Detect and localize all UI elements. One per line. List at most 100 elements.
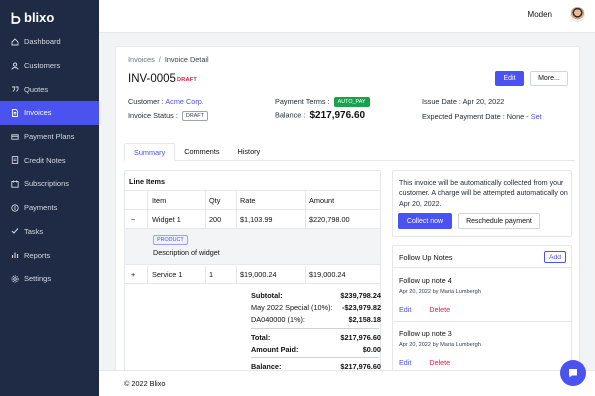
- collect-now-button[interactable]: Collect now: [398, 213, 452, 229]
- note-meta: Apr 20, 2022 by Maria Lumbergh: [399, 342, 569, 348]
- sidebar-item-label: Settings: [24, 274, 52, 284]
- auto-collect-panel: This invoice will be automatically colle…: [392, 170, 572, 237]
- totals-divider: [251, 328, 379, 329]
- edit-note-button[interactable]: Edit: [399, 305, 411, 314]
- sidebar-item-label: Dashboard: [24, 37, 61, 47]
- breadcrumb-invoices[interactable]: Invoices: [128, 55, 155, 64]
- invoice-status-field: Invoice Status : DRAFT: [128, 111, 208, 122]
- item-description: Description of widget: [153, 248, 220, 257]
- note-by: by: [432, 289, 439, 295]
- divider: [393, 321, 571, 322]
- collapse-row-button[interactable]: −: [131, 210, 135, 228]
- sidebar-item-label: Reports: [24, 250, 51, 260]
- delete-note-button[interactable]: Delete: [429, 358, 450, 367]
- totals-divider: [251, 357, 379, 358]
- column-header-item: Item: [152, 195, 167, 205]
- note-actions: Edit Delete: [399, 358, 569, 367]
- brand-logo[interactable]: blixo: [11, 10, 54, 25]
- brand-name: blixo: [24, 10, 55, 25]
- discount-value: -$23,979.82: [342, 303, 381, 312]
- subtotal-row: Subtotal: $239,798.24: [251, 291, 381, 300]
- sidebar-item-dashboard[interactable]: Dashboard: [0, 30, 99, 54]
- sidebar-item-label: Subscriptions: [24, 179, 70, 189]
- reports-icon: [11, 251, 19, 259]
- sidebar-item-payment-plans[interactable]: Payment Plans: [0, 125, 99, 149]
- sidebar-item-credit-notes[interactable]: Credit Notes: [0, 148, 99, 172]
- sidebar-item-label: Payments: [24, 203, 58, 213]
- sidebar-item-quotes[interactable]: Quotes: [0, 77, 99, 101]
- edit-note-button[interactable]: Edit: [399, 358, 411, 367]
- sidebar-item-label: Tasks: [24, 226, 44, 236]
- delete-note-button[interactable]: Delete: [429, 305, 450, 314]
- item-name: Widget 1: [152, 214, 181, 224]
- issue-date-value: Apr 20, 2022: [462, 97, 505, 106]
- item-amount: $19,000.24: [309, 270, 346, 279]
- chat-button[interactable]: [560, 360, 586, 386]
- product-tag: PRODUCT: [153, 235, 188, 245]
- payment-terms-chip: AUTO_PAY: [333, 97, 370, 108]
- edit-button[interactable]: Edit: [495, 71, 524, 86]
- credit-note-icon: [11, 156, 19, 165]
- expected-payment-field: Expected Payment Date : None - Set: [422, 112, 542, 121]
- invoice-icon: [11, 108, 19, 117]
- reschedule-payment-button[interactable]: Reschedule payment: [458, 213, 540, 229]
- sidebar-item-payments[interactable]: Payments: [0, 196, 99, 220]
- sidebar-item-subscriptions[interactable]: Subscriptions: [0, 172, 99, 196]
- breadcrumb: Invoices / Invoice Detail: [128, 55, 209, 64]
- breadcrumb-separator: /: [158, 55, 161, 64]
- tax-label: DA040000 (1%):: [251, 315, 305, 324]
- tab-bar: Summary Comments History: [124, 143, 575, 161]
- payment-terms-field: Payment Terms : AUTO_PAY: [275, 97, 370, 108]
- follow-up-title: Follow Up Notes: [399, 253, 453, 262]
- user-name: Moden: [527, 10, 552, 19]
- customer-link[interactable]: Acme Corp.: [165, 97, 204, 106]
- sidebar-item-reports[interactable]: Reports: [0, 243, 99, 267]
- item-rate: $1,103.99: [240, 214, 273, 224]
- note-title: Follow up note 3: [399, 329, 452, 338]
- tab-summary[interactable]: Summary: [124, 143, 176, 161]
- sidebar-item-customers[interactable]: Customers: [0, 54, 99, 78]
- line-items-panel: Line Items Item Qty Rate Amount − Widget…: [124, 170, 381, 373]
- amount-paid-value: $0.00: [362, 345, 381, 354]
- invoice-number: INV-0005: [128, 73, 176, 85]
- add-note-button[interactable]: Add: [544, 251, 566, 263]
- subscription-icon: [11, 180, 19, 188]
- sidebar-item-label: Payment Plans: [24, 132, 75, 142]
- sidebar-item-invoices[interactable]: Invoices: [0, 101, 99, 125]
- more-button[interactable]: More...: [530, 71, 568, 86]
- total-row: Total: $217,976.60: [251, 333, 381, 342]
- invoice-status-chip: DRAFT: [181, 111, 208, 122]
- sidebar-item-settings[interactable]: Settings: [0, 267, 99, 291]
- item-rate: $19,000.24: [240, 270, 277, 279]
- subtotal-label: Subtotal:: [251, 291, 283, 300]
- total-label: Total:: [251, 333, 271, 342]
- note-date: Apr 20, 2022: [399, 289, 432, 295]
- item-amount: $220,798.00: [309, 214, 350, 224]
- table-row: + Service 1 1 $19,000.24 $19,000.24: [125, 266, 380, 284]
- tab-comments[interactable]: Comments: [175, 143, 228, 161]
- user-menu[interactable]: Moden: [528, 7, 585, 22]
- total-value: $217,976.60: [340, 333, 381, 342]
- note-date: Apr 20, 2022: [399, 342, 432, 348]
- payment-plans-icon: [11, 133, 19, 141]
- quote-icon: [11, 85, 19, 93]
- discount-row: May 2022 Special (10%): -$23,979.82: [251, 303, 381, 312]
- breadcrumb-current: Invoice Detail: [164, 55, 209, 64]
- payments-icon: [11, 204, 19, 212]
- sidebar-item-tasks[interactable]: Tasks: [0, 220, 99, 244]
- line-items-title: Line Items: [129, 177, 166, 186]
- avatar[interactable]: [570, 7, 585, 22]
- item-qty: 1: [209, 270, 214, 279]
- tax-value: $2,158.18: [348, 315, 381, 324]
- note-meta: Apr 20, 2022 by Maria Lumbergh: [399, 289, 569, 295]
- sidebar-item-label: Credit Notes: [24, 155, 66, 165]
- list-item: Follow up note 3 Apr 20, 2022 by Maria L…: [399, 329, 569, 367]
- tab-history[interactable]: History: [229, 143, 270, 161]
- balance-field: Balance : $217,976.60: [275, 110, 365, 121]
- payment-terms-label: Payment Terms :: [275, 97, 330, 106]
- column-header-rate: Rate: [240, 195, 256, 205]
- set-expected-date-link[interactable]: Set: [531, 112, 542, 121]
- amount-paid-row: Amount Paid: $0.00: [251, 345, 381, 354]
- balance-value: $217,976.60: [309, 110, 366, 121]
- expand-row-button[interactable]: +: [131, 266, 135, 283]
